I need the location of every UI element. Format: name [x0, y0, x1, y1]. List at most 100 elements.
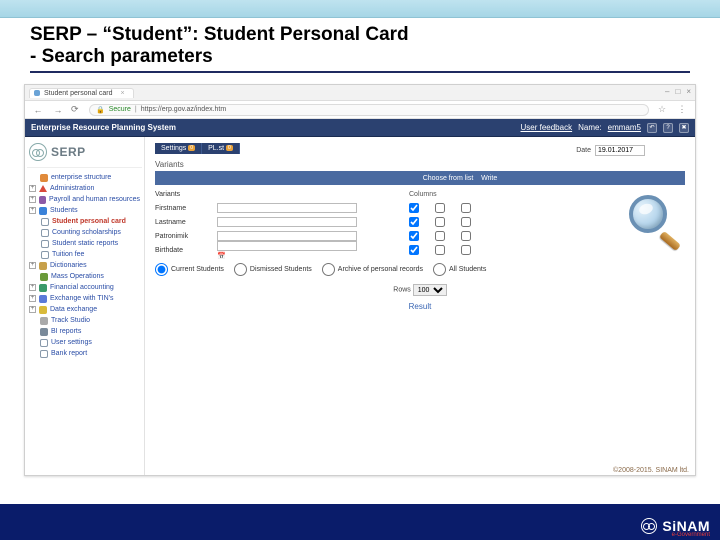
- window-maximize-button[interactable]: □: [675, 87, 680, 96]
- search-input[interactable]: [217, 241, 357, 251]
- app-logo: SERP: [27, 141, 142, 168]
- exit-icon[interactable]: ✖: [679, 123, 689, 133]
- nav-item-label: Student personal card: [52, 218, 126, 225]
- column-checkbox[interactable]: [409, 203, 419, 213]
- column-checkbox[interactable]: [409, 231, 419, 241]
- slide-top-accent: [0, 0, 720, 18]
- bookmark-star-icon[interactable]: ☆: [655, 103, 669, 117]
- rows-select[interactable]: 100: [413, 284, 447, 296]
- student-filter-radios: Current Students Dismissed Students Arch…: [155, 263, 685, 276]
- browser-tabstrip: Student personal card × – □ ×: [25, 85, 695, 101]
- radio-all-students[interactable]: All Students: [433, 263, 486, 276]
- sinam-logo: SiNAM e-Government: [641, 518, 710, 534]
- tab-settings-badge: 0: [188, 145, 195, 151]
- help-icon[interactable]: ?: [663, 123, 673, 133]
- tree-expand-icon[interactable]: +: [29, 185, 36, 192]
- nav-item-icon: [41, 218, 49, 226]
- sidebar-item[interactable]: + Payroll and human resources: [27, 194, 142, 205]
- browser-tab[interactable]: Student personal card ×: [29, 88, 134, 98]
- browser-window: Student personal card × – □ × ← → ⟳ 🔒 Se…: [24, 84, 696, 476]
- tree-expand-icon[interactable]: +: [29, 295, 36, 302]
- tree-expand-icon[interactable]: +: [29, 196, 36, 203]
- sidebar-item[interactable]: Student personal card: [27, 216, 142, 227]
- column-checkbox[interactable]: [461, 245, 471, 255]
- column-checkbox[interactable]: [435, 231, 445, 241]
- tree-expand-icon[interactable]: +: [29, 207, 36, 214]
- nav-item-label: Student static reports: [52, 240, 118, 247]
- copyright-text: ©2008-2015. SINAM ltd.: [613, 467, 689, 474]
- user-name-value: emmam5: [608, 123, 641, 132]
- nav-item-label: Mass Operations: [51, 273, 104, 280]
- tab-plst[interactable]: PL.st0: [202, 143, 240, 154]
- logo-text: SERP: [51, 145, 86, 159]
- sidebar-item[interactable]: +Data exchange: [27, 304, 142, 315]
- search-input[interactable]: [217, 217, 357, 227]
- sidebar-item[interactable]: +Financial accounting: [27, 282, 142, 293]
- window-close-button[interactable]: ×: [686, 87, 691, 96]
- nav-item-icon: [40, 174, 48, 182]
- column-checkbox[interactable]: [435, 217, 445, 227]
- nav-item-icon: [39, 185, 47, 193]
- sidebar-item[interactable]: Bank report: [27, 348, 142, 359]
- address-bar[interactable]: 🔒 Secure | https://erp.gov.az/index.htm: [89, 104, 649, 116]
- sidebar-item[interactable]: enterprise structure: [27, 172, 142, 183]
- tree-expand-icon[interactable]: +: [29, 284, 36, 291]
- tab-settings[interactable]: Settings0: [155, 143, 202, 154]
- nav-item-label: Payroll and human resources: [49, 196, 140, 203]
- search-input[interactable]: [217, 203, 357, 213]
- tab-plst-badge: 0: [226, 145, 233, 151]
- tab-settings-label: Settings: [161, 145, 186, 152]
- column-checkbox[interactable]: [461, 231, 471, 241]
- radio-dismissed-students[interactable]: Dismissed Students: [234, 263, 312, 276]
- favicon-icon: [34, 90, 40, 96]
- radio-current-students[interactable]: Current Students: [155, 263, 224, 276]
- tree-expand-icon[interactable]: +: [29, 306, 36, 313]
- column-checkbox[interactable]: [461, 203, 471, 213]
- sidebar-item[interactable]: Tuition fee: [27, 249, 142, 260]
- search-row: Firstname: [155, 201, 685, 215]
- user-feedback-link[interactable]: User feedback: [521, 123, 573, 132]
- sidebar-item[interactable]: + Dictionaries: [27, 260, 142, 271]
- sidebar-item[interactable]: + Administration: [27, 183, 142, 194]
- sidebar-item[interactable]: +Students: [27, 205, 142, 216]
- date-input[interactable]: [595, 145, 645, 156]
- browser-tab-title: Student personal card: [44, 90, 113, 97]
- column-checkbox[interactable]: [409, 217, 419, 227]
- browser-menu-icon[interactable]: ⋮: [675, 103, 689, 117]
- window-minimize-button[interactable]: –: [665, 87, 669, 96]
- nav-item-label: Administration: [50, 185, 94, 192]
- nav-item-icon: [39, 295, 47, 303]
- field-label: Birthdate: [155, 247, 211, 254]
- tree-expand-icon[interactable]: +: [29, 262, 36, 269]
- search-row: Birthdate 📅: [155, 243, 685, 257]
- nav-item-icon: [40, 328, 48, 336]
- sidebar-item[interactable]: Counting scholarships: [27, 227, 142, 238]
- sidebar-item[interactable]: +Exchange with TIN's: [27, 293, 142, 304]
- column-checkbox[interactable]: [409, 245, 419, 255]
- user-name-label: Name:: [578, 123, 602, 132]
- rows-control: Rows 100: [155, 284, 685, 296]
- reload-button[interactable]: ⟳: [71, 104, 83, 115]
- tab-close-icon[interactable]: ×: [121, 90, 125, 97]
- sidebar-item[interactable]: BI reports: [27, 326, 142, 337]
- calendar-icon[interactable]: 📅: [217, 253, 226, 260]
- nav-item-icon: [40, 317, 48, 325]
- nav-item-icon: [41, 251, 49, 259]
- sidebar-item[interactable]: User settings: [27, 337, 142, 348]
- slide-title-block: SERP – “Student”: Student Personal Card …: [0, 18, 720, 73]
- title-underline: [30, 71, 690, 73]
- undo-icon[interactable]: ↶: [647, 123, 657, 133]
- nav-item-label: Dictionaries: [50, 262, 87, 269]
- sidebar-item[interactable]: Mass Operations: [27, 271, 142, 282]
- sidebar-item[interactable]: Student static reports: [27, 238, 142, 249]
- col-write-label: Write: [481, 175, 497, 182]
- nav-item-icon: [40, 273, 48, 281]
- workarea: SERP enterprise structure + Administration…: [25, 137, 695, 475]
- column-checkbox[interactable]: [435, 245, 445, 255]
- radio-archive[interactable]: Archive of personal records: [322, 263, 423, 276]
- back-button[interactable]: ←: [31, 103, 45, 117]
- column-checkbox[interactable]: [435, 203, 445, 213]
- sidebar-item[interactable]: Track Studio: [27, 315, 142, 326]
- column-checkbox[interactable]: [461, 217, 471, 227]
- forward-button[interactable]: →: [51, 103, 65, 117]
